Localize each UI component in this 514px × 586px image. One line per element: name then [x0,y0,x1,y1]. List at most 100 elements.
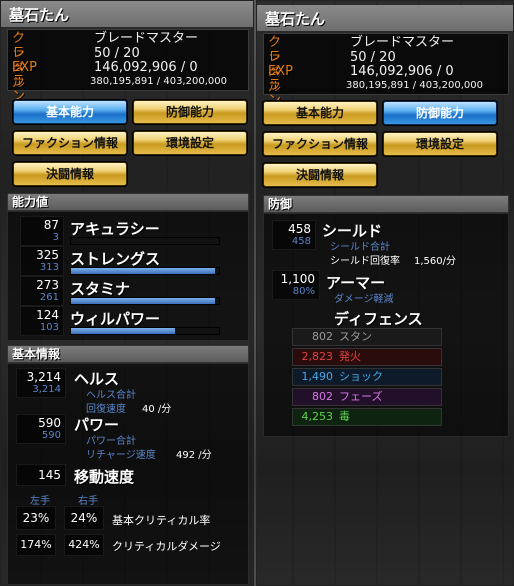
info-value: 380,195,891 / 403,200,000 [90,76,227,87]
health-total-value: 3,214 [32,384,61,395]
stat-name: スタミナ [70,280,131,298]
character-info-box: クラス ブレードマスター レベル 50 / 20 EXP 146,092,906… [263,33,509,123]
defense-ability-button[interactable]: 防御能力 [133,100,247,124]
info-value: 146,092,906 / 0 [350,64,454,79]
health-total-label: ヘルス合計 [86,390,136,401]
defense-title: ディフェンス [334,310,423,328]
faction-info-button[interactable]: ファクション情報 [263,132,377,156]
stat-bonus: 261 [39,292,59,303]
left-hand-label: 左手 [30,496,50,507]
damage-reduction-label: ダメージ軽減 [334,294,394,305]
section-title: 能力値 [12,195,49,209]
section-title: 防御 [268,197,293,211]
section-header-basic-info: 基本情報 [7,345,249,363]
regen-value: 40 /分 [142,404,172,415]
panel-header[interactable]: 墓石たん [1,1,253,29]
defense-row-stun: 802 スタン [292,328,442,346]
stat-value: 325 [36,248,59,262]
stat-value: 273 [36,278,59,292]
stat-bar [70,327,220,335]
defense-name: ショック [339,370,383,383]
stat-bar [70,267,220,275]
info-value: ブレードマスター [350,35,455,50]
crit-damage-left-value: 174% [16,534,56,556]
defense-value: 4,253 [301,410,334,423]
info-value: 146,092,906 / 0 [94,60,198,75]
info-value: 50 / 20 [350,50,396,65]
stat-bonus: 103 [39,322,59,333]
basic-ability-button[interactable]: 基本能力 [13,100,127,124]
stat-value-box: 273 261 [20,276,64,306]
defense-section: 458 458 シールド シールド合計 シールド回復率 1,560/分 1,10… [263,213,509,437]
basic-ability-button[interactable]: 基本能力 [263,101,377,125]
shield-total-label: シールド合計 [330,242,390,253]
stat-value: 124 [36,308,59,322]
defense-value: 1,490 [301,370,334,383]
environment-settings-button[interactable]: 環境設定 [383,132,497,156]
health-value: 3,214 [26,370,61,384]
right-hand-label: 右手 [78,496,98,507]
stat-name: ストレングス [70,250,161,268]
defense-name: スタン [339,330,372,343]
stat-value-box: 1,100 80% [272,270,320,300]
faction-info-button[interactable]: ファクション情報 [13,131,127,155]
stat-bar [70,297,220,305]
stat-bar-fill [71,268,215,274]
stat-name: 移動速度 [74,468,135,486]
crit-right-value: 24% [64,506,104,530]
stat-bar-fill [71,298,215,304]
armor-reduction-value: 80% [292,286,315,297]
stat-name: ウィルパワー [70,310,161,328]
recharge-label: リチャージ速度 [86,450,156,461]
info-label: EXP [12,60,37,75]
stat-bar [70,237,220,245]
crit-damage-label: クリティカルダメージ [112,540,221,553]
duel-info-button[interactable]: 決闘情報 [263,163,377,187]
defense-value: 802 [312,390,333,403]
section-header-abilities: 能力値 [7,193,249,211]
character-panel-defense: 墓石たん クラス ブレードマスター レベル 50 / 20 EXP 146,09… [256,0,514,586]
shield-regen-label: シールド回復率 [330,256,400,267]
section-title: 基本情報 [12,347,61,361]
power-value: 590 [38,416,61,430]
character-panel-basic: 墓石たん クラス ブレードマスター レベル 50 / 20 EXP 146,09… [0,0,254,586]
abilities-section: 87 3 アキュラシー 325 313 ストレングス 273 261 スタミナ … [7,211,249,341]
character-name: 墓石たん [9,6,70,24]
basic-info-section: 3,214 3,214 ヘルス ヘルス合計 回復速度 40 /分 590 590… [7,363,249,585]
stat-bar-fill [71,328,175,334]
stat-value-box: 590 590 [16,414,66,444]
crit-damage-right-value: 424% [64,534,104,556]
info-label: EXP [268,64,293,79]
move-speed-value: 145 [38,468,61,482]
stat-bonus: 313 [39,262,59,273]
defense-value: 2,823 [301,350,334,363]
stat-bonus: 3 [52,232,59,243]
defense-name: 毒 [339,410,350,423]
crit-left-value: 23% [16,506,56,530]
defense-name: フェーズ [339,390,383,403]
shield-total-value: 458 [291,236,311,247]
defense-ability-button[interactable]: 防御能力 [383,101,497,125]
character-name: 墓石たん [265,10,326,28]
defense-value: 802 [312,330,333,343]
defense-row-poison: 4,253 毒 [292,408,442,426]
panel-header[interactable]: 墓石たん [257,5,513,33]
defense-row-phase: 802 フェーズ [292,388,442,406]
info-value: ブレードマスター [94,31,199,46]
recharge-value: 492 /分 [176,450,212,461]
power-total-value: 590 [41,430,61,441]
defense-row-shock: 1,490 ショック [292,368,442,386]
info-value: 50 / 20 [94,46,140,61]
environment-settings-button[interactable]: 環境設定 [133,131,247,155]
duel-info-button[interactable]: 決闘情報 [13,162,127,186]
regen-label: 回復速度 [86,404,126,415]
stat-value-box: 458 458 [272,220,316,250]
stat-value-box: 325 313 [20,246,64,276]
stat-value: 87 [43,218,59,232]
stat-value-box: 145 [16,464,66,486]
defense-name: 発火 [339,350,361,363]
shield-regen-value: 1,560/分 [414,256,456,267]
stat-value-box: 87 3 [20,216,64,246]
armor-value: 1,100 [280,272,315,286]
shield-value: 458 [288,222,311,236]
